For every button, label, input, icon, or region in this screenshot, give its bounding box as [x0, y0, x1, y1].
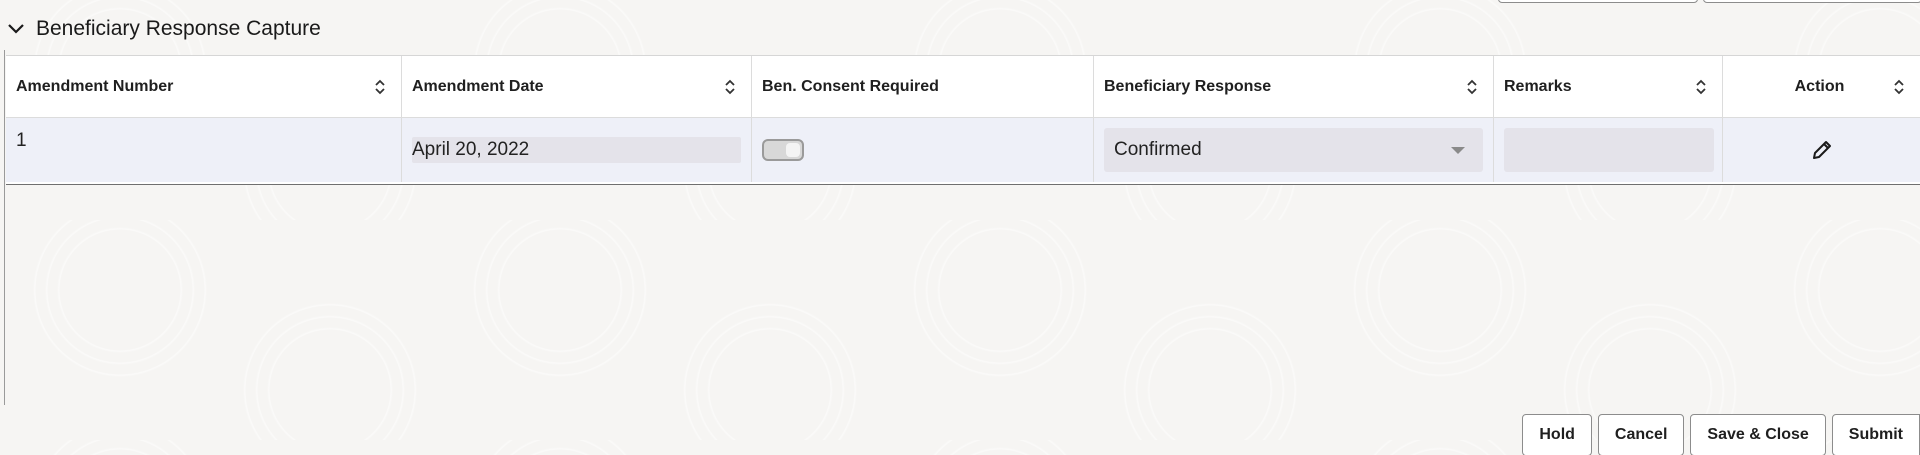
- sort-icon[interactable]: [723, 77, 737, 97]
- cell-ben-consent-required: [752, 118, 1094, 182]
- sort-icon[interactable]: [1892, 77, 1906, 97]
- beneficiary-response-select[interactable]: Confirmed: [1104, 128, 1483, 172]
- chevron-down-icon[interactable]: [6, 19, 26, 39]
- column-header-action[interactable]: Action: [1723, 56, 1920, 118]
- save-close-button[interactable]: Save & Close: [1690, 414, 1826, 455]
- pencil-icon[interactable]: [1807, 135, 1837, 165]
- beneficiary-response-table: Amendment Number Amendment Date Ben. Con…: [6, 55, 1920, 185]
- cell-action: [1723, 118, 1920, 182]
- column-header-label: Remarks: [1504, 77, 1572, 95]
- toggle-knob: [786, 143, 800, 157]
- footer-actions: Hold Cancel Save & Close Submit: [1522, 414, 1920, 455]
- beneficiary-response-value: Confirmed: [1114, 139, 1202, 160]
- amendment-date-value: April 20, 2022: [412, 139, 530, 160]
- column-header-label: Amendment Number: [16, 77, 174, 95]
- top-button-fragment[interactable]: [1703, 0, 1920, 3]
- caret-down-icon: [1451, 146, 1465, 154]
- column-header-label: Amendment Date: [412, 77, 544, 95]
- column-header-label: Ben. Consent Required: [762, 77, 939, 95]
- amendment-number-value: 1: [16, 130, 27, 151]
- top-button-fragment[interactable]: [1498, 0, 1698, 3]
- section-title: Beneficiary Response Capture: [36, 17, 321, 40]
- sort-icon[interactable]: [1465, 77, 1479, 97]
- ben-consent-toggle[interactable]: [762, 139, 804, 161]
- sort-icon[interactable]: [1694, 77, 1708, 97]
- remarks-input[interactable]: [1504, 128, 1714, 172]
- column-header-ben-consent-required: Ben. Consent Required: [752, 56, 1094, 118]
- cell-amendment-number: 1: [6, 118, 402, 182]
- column-header-label: Beneficiary Response: [1104, 77, 1272, 95]
- hold-button[interactable]: Hold: [1522, 414, 1592, 455]
- column-header-amendment-date[interactable]: Amendment Date: [402, 56, 752, 118]
- submit-button[interactable]: Submit: [1831, 414, 1920, 455]
- column-header-beneficiary-response[interactable]: Beneficiary Response: [1094, 56, 1494, 118]
- cancel-button[interactable]: Cancel: [1597, 414, 1685, 455]
- cell-remarks: [1494, 118, 1723, 182]
- column-header-remarks[interactable]: Remarks: [1494, 56, 1723, 118]
- cell-beneficiary-response: Confirmed: [1094, 118, 1494, 182]
- column-header-amendment-number[interactable]: Amendment Number: [6, 56, 402, 118]
- section-header[interactable]: Beneficiary Response Capture: [6, 12, 321, 46]
- sort-icon[interactable]: [373, 77, 387, 97]
- panel-left-border: [4, 50, 5, 405]
- cell-amendment-date: April 20, 2022: [402, 118, 752, 182]
- amendment-date-field: April 20, 2022: [412, 137, 741, 163]
- column-header-label: Action: [1794, 77, 1845, 95]
